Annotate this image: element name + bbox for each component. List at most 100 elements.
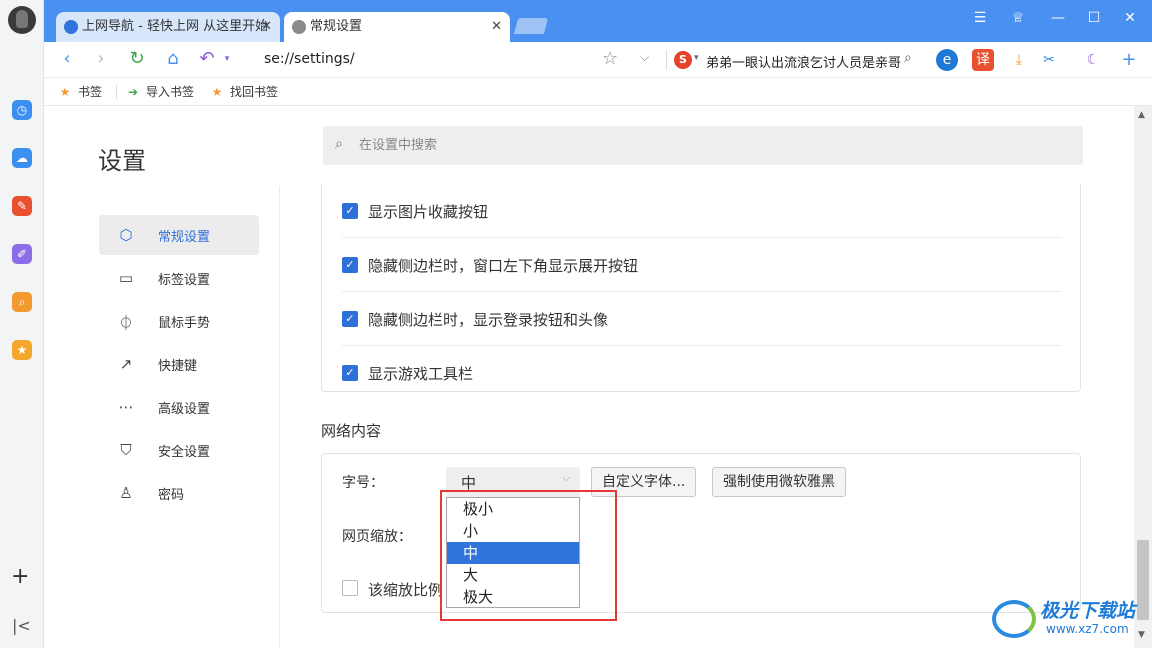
checkbox-label: 显示图片收藏按钮: [368, 203, 489, 221]
nav-label: 鼠标手势: [158, 316, 211, 331]
checkbox-checked[interactable]: ✓: [342, 311, 358, 327]
shield-icon: ⛉: [120, 441, 132, 459]
close-window-icon[interactable]: ✕: [1120, 10, 1140, 26]
settings-search-box[interactable]: ⌕: [323, 126, 1083, 165]
close-icon[interactable]: ✕: [491, 12, 502, 42]
add-extension-icon[interactable]: +: [1118, 49, 1140, 71]
shortcut-arrow-icon: ↗: [119, 355, 133, 373]
custom-font-button[interactable]: 自定义字体...: [591, 467, 697, 497]
checkbox-checked[interactable]: ✓: [342, 365, 358, 381]
nav-item-advanced[interactable]: ⋯ 高级设置: [99, 387, 259, 427]
settings-nav: ⬡ 常规设置 ▭ 标签设置 ⏀ 鼠标手势 ↗ 快捷键 ⋯ 高级设置 ⛉ 安全设置…: [44, 186, 280, 648]
forward-icon[interactable]: ›: [90, 48, 112, 70]
search-engine-icon[interactable]: S: [674, 51, 692, 69]
scroll-up-icon[interactable]: ▲: [1138, 110, 1145, 120]
nav-label: 常规设置: [158, 230, 211, 245]
zoom-checkbox[interactable]: [342, 580, 358, 596]
pdf-icon[interactable]: ✎: [12, 196, 32, 216]
star-icon: ★: [211, 85, 223, 99]
user-icon: ♙: [119, 484, 133, 502]
hexagon-icon: ⬡: [119, 226, 133, 244]
checkbox-row[interactable]: ✓ 隐藏侧边栏时，窗口左下角显示展开按钮: [342, 238, 1062, 292]
nav-item-mouse-gesture[interactable]: ⏀ 鼠标手势: [99, 301, 259, 341]
chevron-down-icon[interactable]: ▾: [694, 53, 699, 63]
maximize-icon[interactable]: ☐: [1084, 10, 1104, 26]
bookmark-label: 导入书签: [146, 85, 195, 99]
settings-card: ✓ 显示图片收藏按钮 ✓ 隐藏侧边栏时，窗口左下角显示展开按钮 ✓ 隐藏侧边栏时…: [321, 184, 1081, 392]
home-icon[interactable]: ⌂: [162, 48, 184, 70]
tab-navigation[interactable]: 上网导航 - 轻快上网 从这里开始 ✕: [56, 12, 280, 42]
dropdown-option[interactable]: 极小: [447, 498, 579, 520]
night-mode-moon-icon[interactable]: ☾: [1082, 49, 1104, 71]
checkbox-checked[interactable]: ✓: [342, 257, 358, 273]
font-size-dropdown-list[interactable]: 极小 小 中 大 极大: [446, 497, 580, 608]
bookmark-item[interactable]: ➔ 导入书签: [126, 83, 194, 100]
tab-label: 常规设置: [310, 19, 363, 34]
checkbox-row[interactable]: ✓ 显示游戏工具栏: [342, 346, 1062, 400]
nav-label: 标签设置: [158, 273, 211, 288]
dropdown-option[interactable]: 小: [447, 520, 579, 542]
news-ticker[interactable]: 弟弟一眼认出流浪乞讨人员是亲哥: [706, 52, 902, 71]
font-size-select[interactable]: 中 ⌵: [446, 467, 580, 497]
tab-settings[interactable]: 常规设置 ✕: [284, 12, 510, 42]
select-value: 中: [461, 474, 477, 492]
dropdown-option[interactable]: 大: [447, 564, 579, 586]
nav-item-tabs[interactable]: ▭ 标签设置: [99, 258, 259, 298]
star-icon: ★: [59, 85, 71, 99]
watermark: 极光下载站 www.xz7.com: [992, 594, 1144, 644]
tab-bar: 上网导航 - 轻快上网 从这里开始 ✕ 常规设置 ✕ ☰ ♕ — ☐ ✕: [44, 0, 1152, 42]
chat-extension-icon[interactable]: e: [936, 49, 958, 71]
toolbar: ‹ › ↻ ⌂ ↶ ▾ se://settings/ ☆ ⌵ S ▾ 弟弟一眼认…: [44, 42, 1152, 78]
settings-main: ✓ 显示图片收藏按钮 ✓ 隐藏侧边栏时，窗口左下角显示展开按钮 ✓ 隐藏侧边栏时…: [280, 184, 1134, 648]
import-icon: ➔: [127, 85, 139, 99]
scrollbar[interactable]: ▲ ▼: [1134, 106, 1152, 648]
cloud-icon[interactable]: ☁: [12, 148, 32, 168]
add-icon[interactable]: +: [11, 566, 29, 588]
checkbox-row[interactable]: ✓ 显示图片收藏按钮: [342, 184, 1062, 238]
favorite-icon[interactable]: ★: [12, 340, 32, 360]
download-icon[interactable]: ⤓: [1008, 49, 1030, 71]
menu-icon[interactable]: ☰: [970, 10, 990, 26]
address-bar[interactable]: se://settings/: [264, 51, 355, 67]
page-title: 设置: [98, 147, 146, 175]
chevron-down-icon[interactable]: ⌵: [640, 50, 649, 65]
bookmark-label: 找回书签: [230, 85, 279, 99]
new-tab-button[interactable]: [513, 18, 549, 34]
search-tool-icon[interactable]: ⌕: [12, 292, 32, 312]
search-icon[interactable]: ⌕: [904, 50, 912, 66]
tab-icon: ▭: [118, 269, 134, 287]
back-icon[interactable]: ‹: [56, 48, 78, 70]
avatar[interactable]: [8, 6, 36, 34]
dropdown-option[interactable]: 极大: [447, 586, 579, 608]
refresh-icon[interactable]: ↻: [126, 48, 148, 70]
undo-icon[interactable]: ↶: [196, 48, 218, 70]
note-icon[interactable]: ✐: [12, 244, 32, 264]
clock-icon[interactable]: ◷: [12, 100, 32, 120]
nav-item-shortcuts[interactable]: ↗ 快捷键: [99, 344, 259, 384]
chevron-down-icon: ⌵: [562, 473, 570, 484]
checkbox-checked[interactable]: ✓: [342, 203, 358, 219]
nav-item-password[interactable]: ♙ 密码: [99, 473, 259, 513]
translate-icon[interactable]: 译: [972, 49, 994, 71]
bookmark-star-icon[interactable]: ☆: [602, 48, 618, 69]
screenshot-scissors-icon[interactable]: ✂: [1038, 49, 1060, 71]
collapse-sidebar-icon[interactable]: |<: [12, 616, 31, 635]
bookmark-item[interactable]: ★ 找回书签: [210, 83, 278, 100]
bookmark-label: 书签: [78, 85, 103, 99]
close-icon[interactable]: ✕: [261, 12, 272, 42]
minimize-icon[interactable]: —: [1048, 10, 1068, 26]
skin-icon[interactable]: ♕: [1008, 10, 1028, 26]
nav-item-security[interactable]: ⛉ 安全设置: [99, 430, 259, 470]
checkbox-row[interactable]: ✓ 隐藏侧边栏时，显示登录按钮和头像: [342, 292, 1062, 346]
dropdown-option-selected[interactable]: 中: [447, 542, 579, 564]
checkbox-label: 隐藏侧边栏时，窗口左下角显示展开按钮: [368, 257, 639, 275]
bookmark-item[interactable]: ★ 书签: [58, 83, 102, 100]
nav-item-general[interactable]: ⬡ 常规设置: [99, 215, 259, 255]
search-input[interactable]: [359, 135, 1059, 155]
left-sidebar: ◷ ☁ ✎ ✐ ⌕ ★ + |<: [0, 0, 44, 648]
checkbox-label: 显示游戏工具栏: [368, 365, 474, 383]
undo-dropdown-icon[interactable]: ▾: [216, 48, 238, 70]
force-font-button[interactable]: 强制使用微软雅黑: [712, 467, 846, 497]
tab-label: 上网导航 - 轻快上网 从这里开始: [82, 19, 269, 34]
nav-label: 高级设置: [158, 402, 211, 417]
